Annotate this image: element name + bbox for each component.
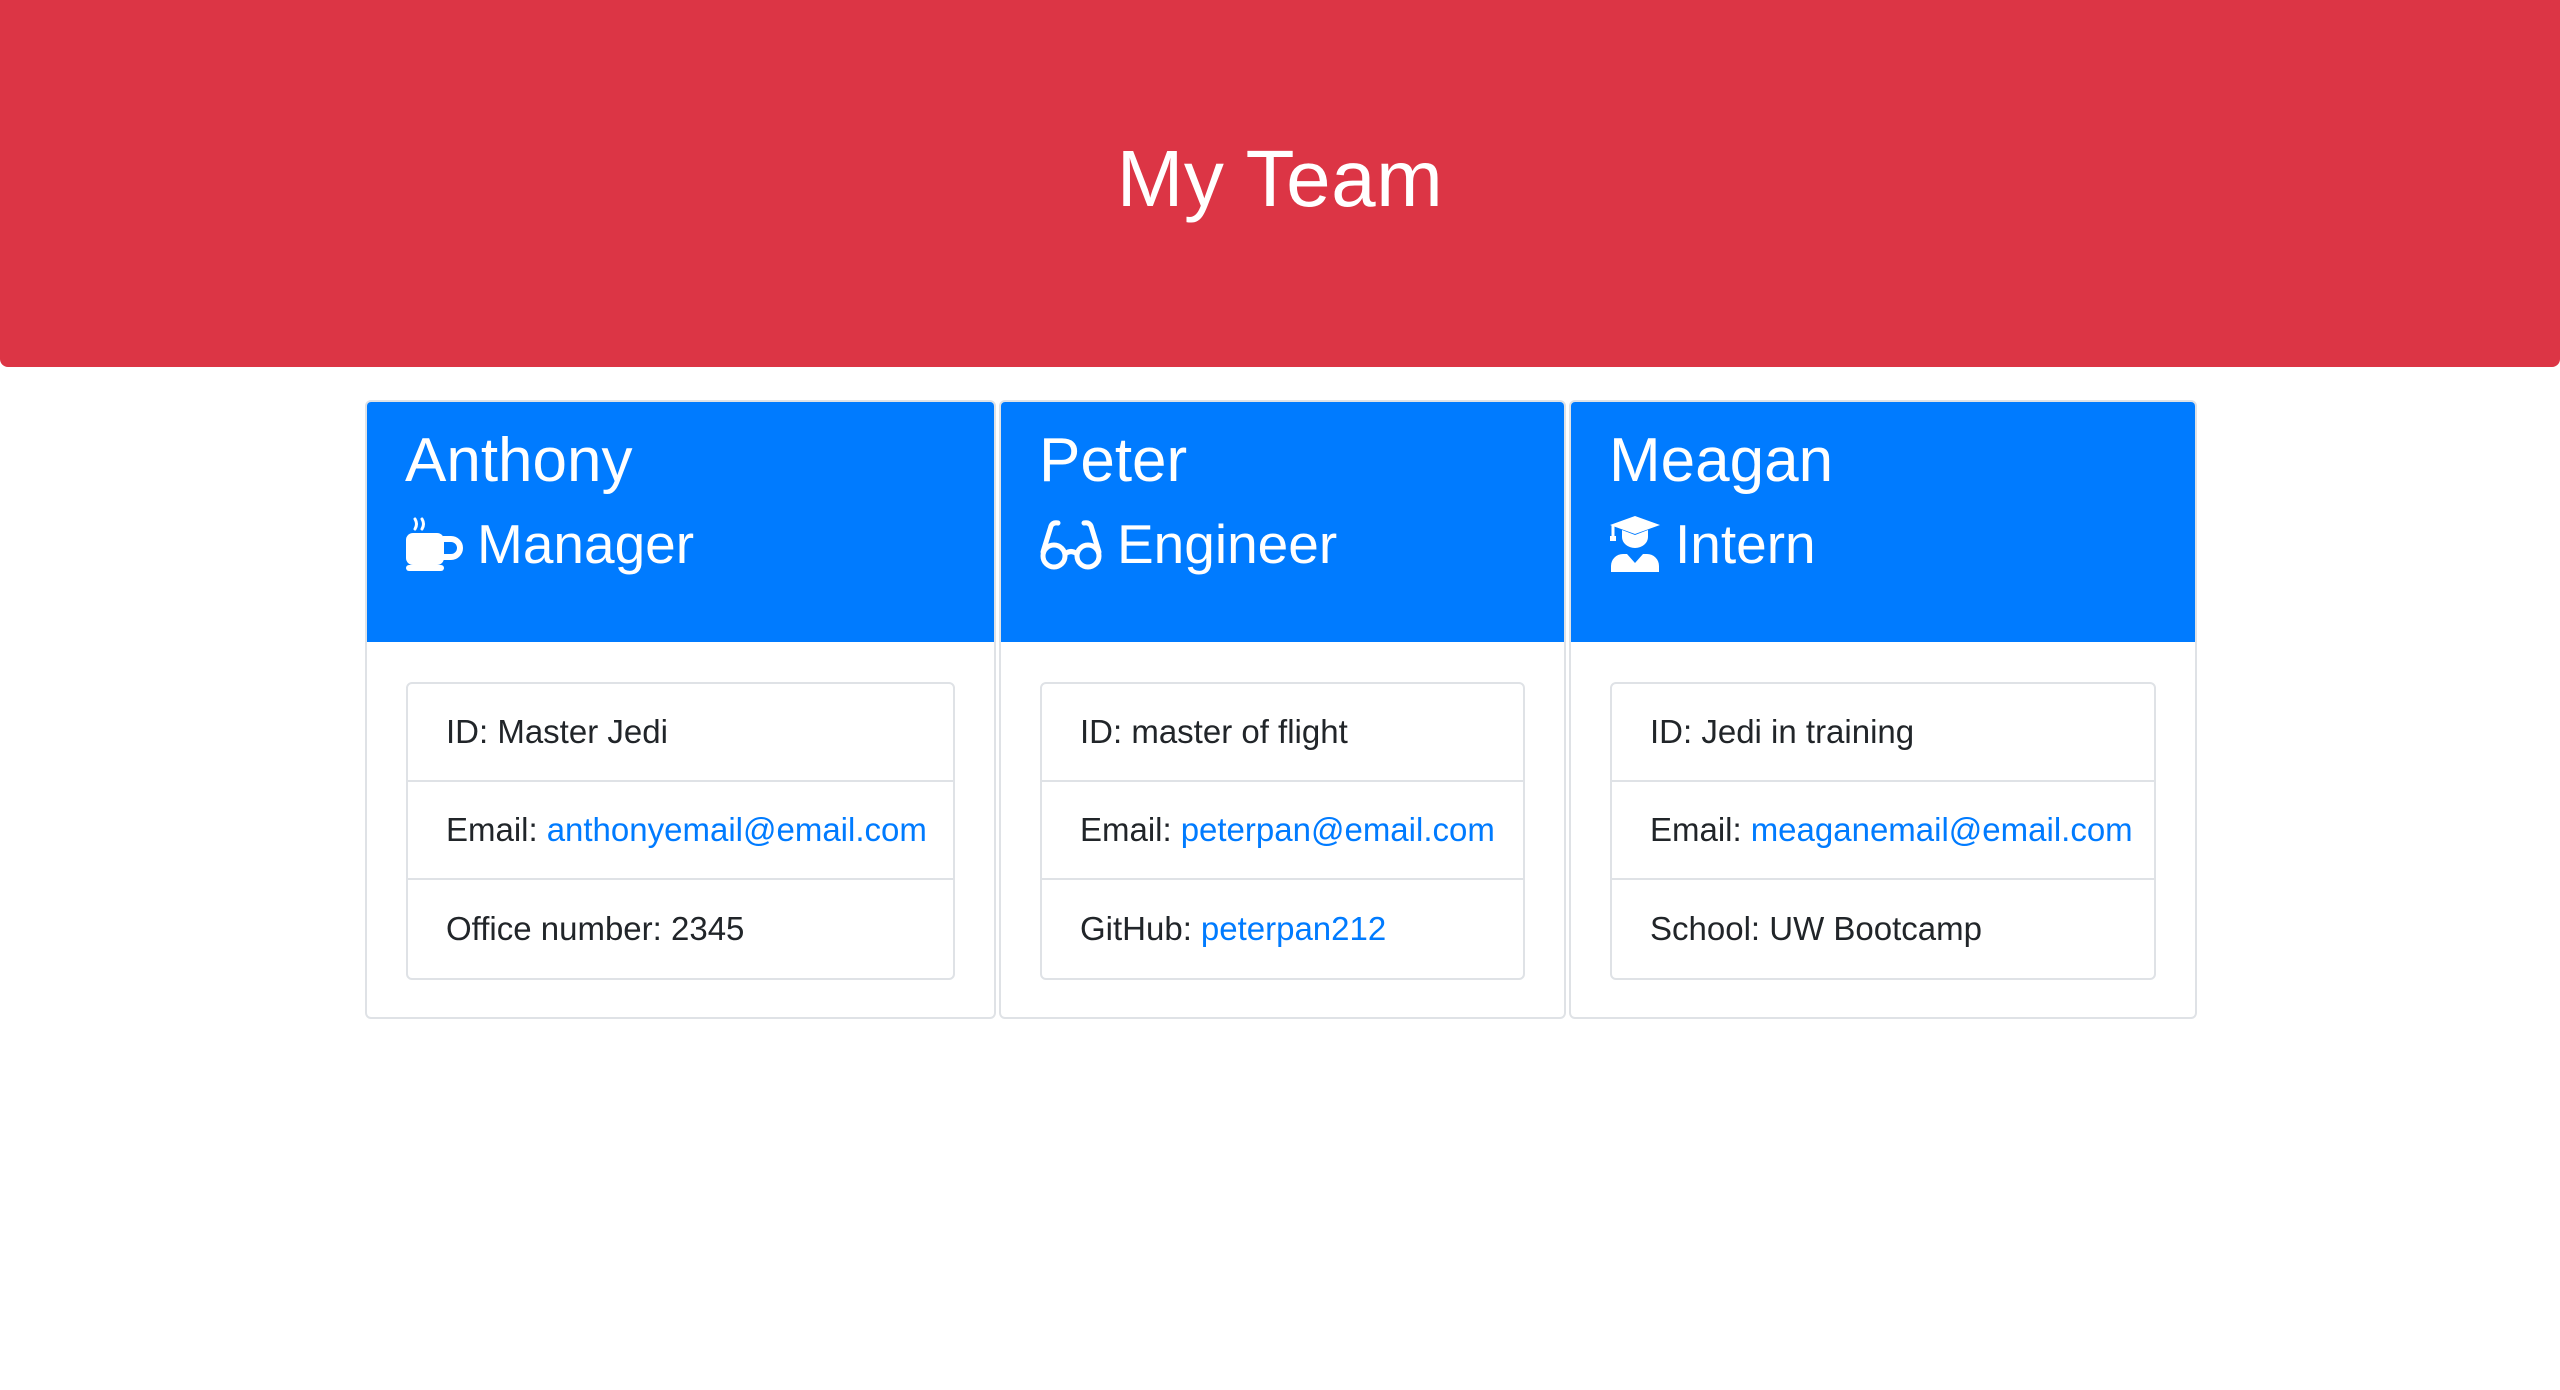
glasses-icon [1040,520,1102,570]
id-value: Master Jedi [497,713,668,750]
id-row: ID: master of flight [1042,684,1523,782]
github-row: GitHub: peterpan212 [1042,880,1523,978]
school-label: School: [1650,910,1770,947]
email-row: Email: anthonyemail@email.com [408,782,953,880]
employee-role: Intern [1609,512,2195,576]
employee-card-intern: Meagan Intern ID: Jedi in training Email… [1569,400,2197,1019]
employee-details: ID: Master Jedi Email: anthonyemail@emai… [406,682,955,980]
role-label: Engineer [1117,513,1338,576]
role-label: Manager [477,513,695,576]
id-label: ID: [446,713,498,750]
email-link[interactable]: peterpan@email.com [1181,811,1495,849]
card-header: Anthony Manager [367,402,994,642]
github-label: GitHub: [1080,910,1192,947]
employee-details: ID: master of flight Email: peterpan@ema… [1040,682,1525,980]
card-header: Meagan Intern [1571,402,2195,642]
id-row: ID: Master Jedi [408,684,953,782]
id-label: ID: [1650,713,1702,750]
email-row: Email: meaganemail@email.com [1612,782,2154,880]
employee-card-engineer: Peter Engineer ID: master of flight Emai… [999,400,1566,1019]
id-label: ID: [1080,713,1132,750]
email-row: Email: peterpan@email.com [1042,782,1523,880]
coffee-icon [406,517,463,572]
github-link[interactable]: peterpan212 [1201,910,1386,948]
graduate-icon [1610,516,1660,573]
school-value: UW Bootcamp [1769,910,1982,947]
role-label: Intern [1675,513,1816,576]
email-label: Email: [446,811,538,848]
employee-name: Peter [1039,426,1188,495]
employee-role: Engineer [1039,512,1564,576]
id-value: Jedi in training [1701,713,1915,750]
card-header: Peter Engineer [1001,402,1564,642]
employee-name: Meagan [1609,426,1834,495]
email-link[interactable]: anthonyemail@email.com [547,811,927,849]
team-cards: Anthony Manager ID: Master Jedi Email: a… [365,400,2197,1019]
id-value: master of flight [1131,713,1348,750]
email-link[interactable]: meaganemail@email.com [1751,811,2133,849]
office-number-label: Office number: [446,910,671,947]
email-label: Email: [1650,811,1742,848]
office-number-row: Office number: 2345 [408,880,953,978]
card-body: ID: Master Jedi Email: anthonyemail@emai… [367,642,994,980]
page-header: My Team [0,0,2560,367]
employee-name: Anthony [405,426,633,495]
employee-role: Manager [405,512,994,576]
office-number-value: 2345 [671,910,745,947]
card-body: ID: master of flight Email: peterpan@ema… [1001,642,1564,980]
page-title: My Team [1116,133,1444,223]
employee-details: ID: Jedi in training Email: meaganemail@… [1610,682,2156,980]
email-label: Email: [1080,811,1172,848]
school-row: School: UW Bootcamp [1612,880,2154,978]
id-row: ID: Jedi in training [1612,684,2154,782]
card-body: ID: Jedi in training Email: meaganemail@… [1571,642,2195,980]
employee-card-manager: Anthony Manager ID: Master Jedi Email: a… [365,400,996,1019]
